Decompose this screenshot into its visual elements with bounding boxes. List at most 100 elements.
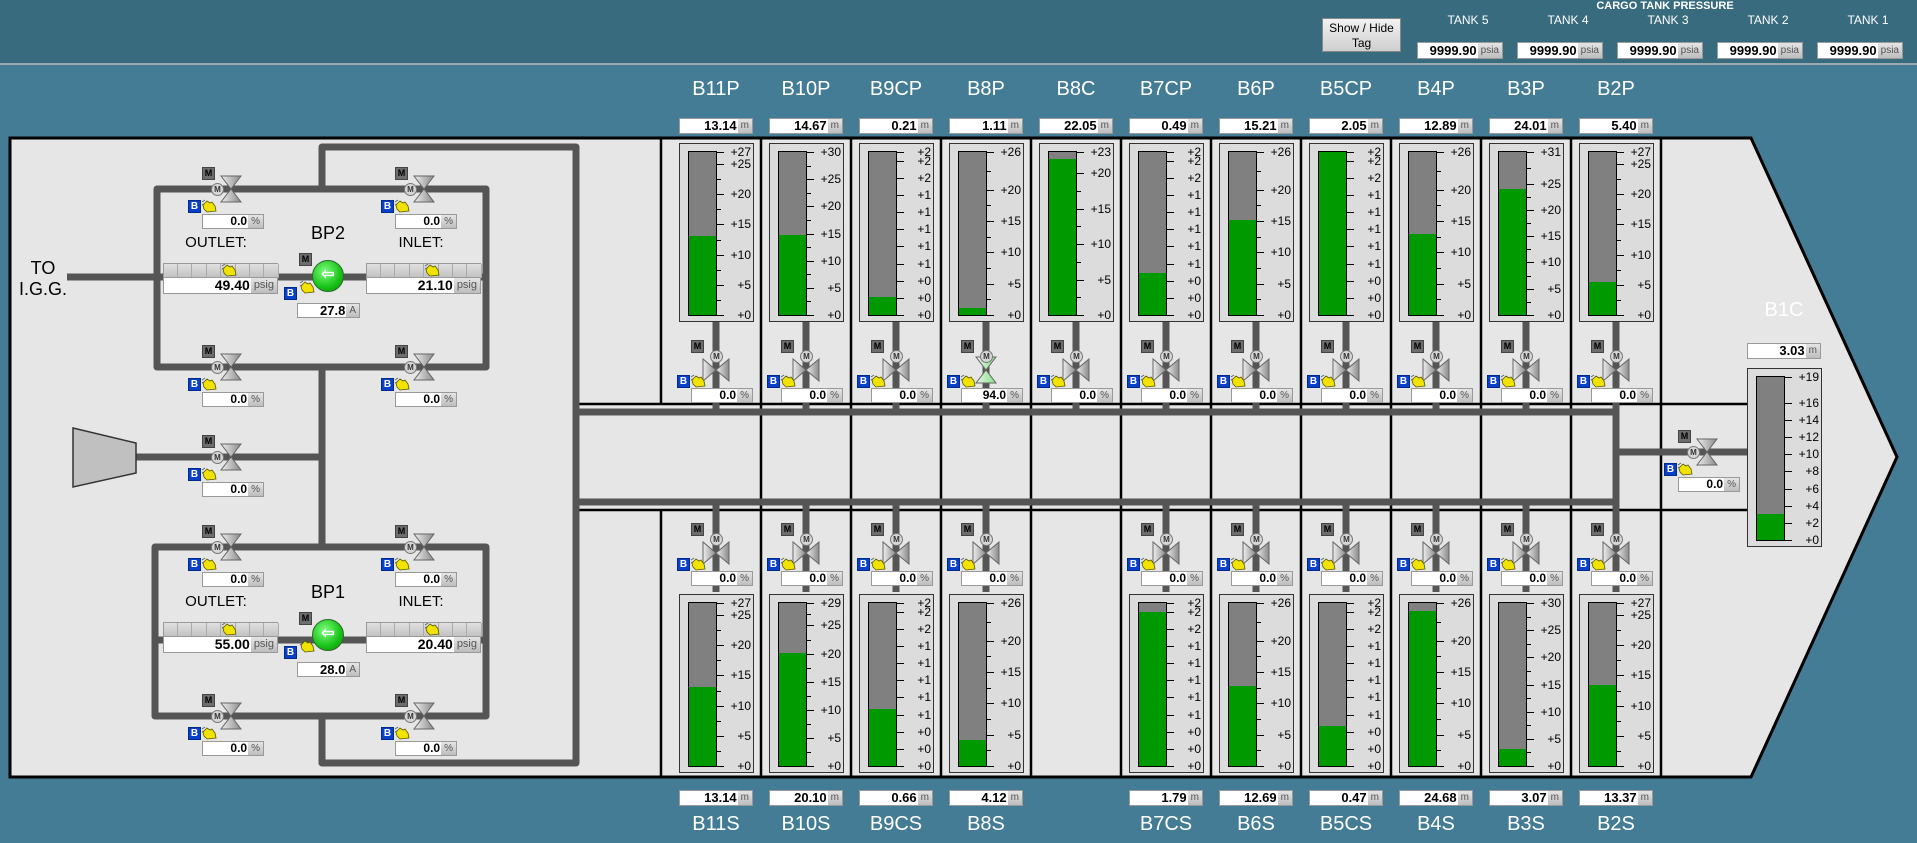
b-badge[interactable]: B	[1127, 375, 1140, 388]
b-badge[interactable]: B	[767, 375, 780, 388]
hand-operate-icon[interactable]	[299, 639, 315, 653]
hand-operate-icon[interactable]	[201, 726, 217, 740]
indicator-segment	[381, 623, 396, 637]
tank-level-readout-unit: m	[1007, 119, 1022, 133]
b-badge[interactable]: B	[677, 558, 690, 571]
hand-operate-icon[interactable]	[394, 557, 410, 571]
b-badge[interactable]: B	[1217, 558, 1230, 571]
hand-operate-icon[interactable]	[424, 622, 440, 636]
valve-position-value: 0.0	[1232, 572, 1278, 585]
hand-operate-icon[interactable]	[299, 280, 315, 294]
hand-operate-icon[interactable]	[1320, 374, 1336, 388]
hand-operate-icon[interactable]	[1230, 557, 1246, 571]
tank-level-readout: 1.79 m	[1129, 790, 1203, 806]
b-badge[interactable]: B	[1127, 558, 1140, 571]
gauge-tick-label: +15	[820, 226, 841, 241]
b-badge[interactable]: B	[381, 727, 394, 740]
indicator-segment	[264, 264, 279, 278]
b-badge[interactable]: B	[1397, 375, 1410, 388]
hand-operate-icon[interactable]	[394, 377, 410, 391]
b-badge[interactable]: B	[188, 468, 201, 481]
b-badge[interactable]: B	[188, 200, 201, 213]
hand-operate-icon[interactable]	[221, 263, 237, 277]
pump-running-icon[interactable]: ⇦	[312, 260, 344, 292]
b-badge[interactable]: B	[381, 200, 394, 213]
gauge-minor-tick	[1527, 249, 1531, 251]
b-badge[interactable]: B	[857, 558, 870, 571]
valve-position-value: 0.0	[1592, 389, 1638, 402]
b-badge[interactable]: B	[1037, 375, 1050, 388]
hand-operate-icon[interactable]	[424, 263, 440, 277]
hand-operate-icon[interactable]	[394, 726, 410, 740]
b-badge[interactable]: B	[284, 646, 297, 659]
hand-operate-icon[interactable]	[690, 374, 706, 388]
gauge-minor-tick	[1527, 167, 1531, 169]
b-badge[interactable]: B	[677, 375, 690, 388]
valve-position-value: 0.0	[782, 389, 828, 402]
b-badge[interactable]: B	[947, 558, 960, 571]
hand-operate-icon[interactable]	[201, 199, 217, 213]
hand-operate-icon[interactable]	[201, 467, 217, 481]
hand-operate-icon[interactable]	[1590, 557, 1606, 571]
b-badge[interactable]: B	[188, 558, 201, 571]
b-badge[interactable]: B	[1487, 558, 1500, 571]
level-gauge: +27 +25 +20 +15 +10 +5 +0	[679, 594, 754, 773]
show-hide-tag-button[interactable]: Show / Hide Tag	[1322, 18, 1401, 52]
tank-level-readout-value: 3.03	[1748, 344, 1806, 358]
hand-operate-icon[interactable]	[780, 557, 796, 571]
hand-operate-icon[interactable]	[1140, 374, 1156, 388]
b-badge[interactable]: B	[1577, 375, 1590, 388]
valve-position: 0.0%	[395, 741, 457, 756]
hand-operate-icon[interactable]	[1140, 557, 1156, 571]
hand-operate-icon[interactable]	[690, 557, 706, 571]
hand-operate-icon[interactable]	[960, 557, 976, 571]
level-gauge: +2 +2 +2 +1 +1 +1 +1 +1 +0 +0 +0	[1309, 594, 1384, 773]
b-badge[interactable]: B	[947, 375, 960, 388]
indicator-segment	[192, 623, 207, 637]
hand-operate-icon[interactable]	[394, 199, 410, 213]
gauge-tick-label: +0	[1007, 308, 1021, 322]
hand-operate-icon[interactable]	[1320, 557, 1336, 571]
motor-icon: M	[980, 350, 993, 363]
hand-operate-icon[interactable]	[1410, 557, 1426, 571]
b-badge[interactable]: B	[1577, 558, 1590, 571]
hand-operate-icon[interactable]	[1050, 374, 1066, 388]
tank-level-readout-value: 15.21	[1220, 119, 1278, 133]
b-badge[interactable]: B	[1487, 375, 1500, 388]
hand-operate-icon[interactable]	[1410, 374, 1426, 388]
tank-level-readout: 13.37 m	[1579, 790, 1653, 806]
b-badge[interactable]: B	[1664, 463, 1677, 476]
b-badge[interactable]: B	[188, 378, 201, 391]
hand-operate-icon[interactable]	[1500, 374, 1516, 388]
hand-operate-icon[interactable]	[960, 374, 976, 388]
hand-operate-icon[interactable]	[870, 374, 886, 388]
b-badge[interactable]: B	[188, 727, 201, 740]
hand-operate-icon[interactable]	[1677, 462, 1693, 476]
tank-level-readout-value: 22.05	[1040, 119, 1098, 133]
tank-name: B9CP	[869, 78, 923, 100]
b-badge[interactable]: B	[284, 287, 297, 300]
gauge-tick-label: +20	[1270, 633, 1291, 648]
b-badge[interactable]: B	[767, 558, 780, 571]
pump-running-icon[interactable]: ⇦	[312, 619, 344, 651]
b-badge[interactable]: B	[1397, 558, 1410, 571]
gauge-tick-label: +26	[1000, 596, 1021, 610]
hand-operate-icon[interactable]	[221, 622, 237, 636]
mode-indicator: M	[871, 340, 884, 353]
b-badge[interactable]: B	[1217, 375, 1230, 388]
b-badge[interactable]: B	[1307, 375, 1320, 388]
b-badge[interactable]: B	[381, 558, 394, 571]
hand-operate-icon[interactable]	[1500, 557, 1516, 571]
hand-operate-icon[interactable]	[870, 557, 886, 571]
b-badge[interactable]: B	[1307, 558, 1320, 571]
b-badge[interactable]: B	[857, 375, 870, 388]
b-badge[interactable]: B	[381, 378, 394, 391]
tank-pressure-readout-unit: psia	[1777, 43, 1802, 58]
hand-operate-icon[interactable]	[780, 374, 796, 388]
hand-operate-icon[interactable]	[201, 557, 217, 571]
inlet-pressure-readout-value: 21.10	[367, 278, 454, 293]
hand-operate-icon[interactable]	[1230, 374, 1246, 388]
hand-operate-icon[interactable]	[201, 377, 217, 391]
hand-operate-icon[interactable]	[1590, 374, 1606, 388]
level-bar	[868, 602, 897, 767]
